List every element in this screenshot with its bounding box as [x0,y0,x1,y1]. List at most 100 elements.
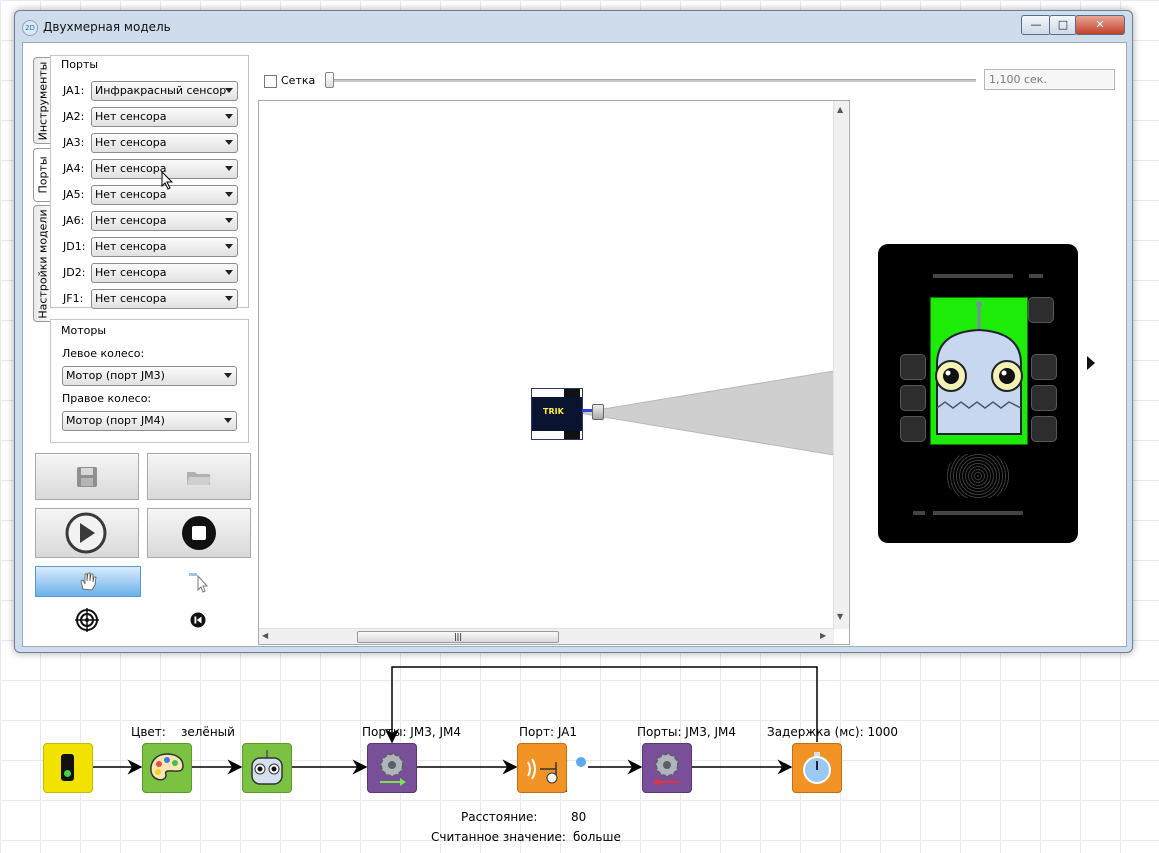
scroll-up-arrow-icon[interactable]: ▲ [837,105,843,114]
trik-button-right-1[interactable] [1031,354,1057,380]
trik-button-right-2[interactable] [1031,385,1057,411]
scroll-down-arrow-icon[interactable]: ▼ [837,612,843,621]
port-label: JA6: [63,214,85,227]
port-select-jd2[interactable]: Нет сенсора [91,263,238,283]
mouse-cursor-icon [161,171,174,190]
robot-wheel-top-tread [564,389,580,397]
folder-icon [187,472,211,485]
return-to-start-icon[interactable] [190,612,206,628]
port-select-value: Нет сенсора [95,162,167,175]
port-row-ja2: JA2: Нет сенсора [63,107,243,127]
grid-checkbox[interactable] [264,75,277,88]
port-select-value: Нет сенсора [95,214,167,227]
port-select-ja1[interactable]: Инфракрасный сенсор [91,81,238,101]
trik-led-small-bottom [913,511,925,515]
time-display: 1,100 сек. [984,69,1115,90]
stop-button[interactable] [147,508,251,558]
robot-label: TRIK [543,407,564,416]
trik-button-left-2[interactable] [900,385,926,411]
app-icon: 2D [22,20,38,36]
time-value: 1,100 сек. [989,73,1047,86]
chevron-down-icon [224,373,232,378]
port-select-value: Нет сенсора [95,240,167,253]
robot-face-icon [251,750,283,785]
tab-tools[interactable]: Инструменты [33,57,51,144]
port-select-ja3[interactable]: Нет сенсора [91,133,238,153]
left-wheel-label: Левое колесо: [62,347,145,360]
chevron-down-icon [225,88,233,93]
expand-right-arrow-icon[interactable] [1087,356,1095,370]
trik-led-small [1029,274,1043,278]
tab-ports[interactable]: Порты [33,148,51,202]
scroll-right-arrow-icon[interactable]: ▶ [820,631,826,640]
ir-sensor[interactable] [582,404,604,420]
motors-group-title: Моторы [61,324,107,337]
minimize-button[interactable]: — [1021,15,1051,35]
chevron-down-icon [225,218,233,223]
port-select-value: Нет сенсора [95,188,167,201]
play-icon [65,512,107,554]
wait-for-ir-sensor-block[interactable] [517,743,567,793]
port-label: JD1: [63,240,86,253]
horizontal-scroll-thumb[interactable]: ||| [357,631,559,643]
target-icon[interactable] [75,608,99,632]
set-color-block[interactable] [142,743,192,793]
trik-speaker-icon [946,454,1010,498]
port-select-ja2[interactable]: Нет сенсора [91,107,238,127]
left-wheel-select[interactable]: Мотор (порт JM3) [62,366,237,386]
traffic-light-icon [61,754,74,781]
port-label: JD2: [63,266,86,279]
port-select-jd1[interactable]: Нет сенсора [91,237,238,257]
port-select-jf1[interactable]: Нет сенсора [91,289,238,309]
port-select-value: Нет сенсора [95,136,167,149]
robot-model[interactable]: TRIK [531,388,583,440]
robot-wheel-bottom-tread [564,431,580,439]
tab-model-settings[interactable]: Настройки модели [33,205,51,322]
close-button[interactable]: ✕ [1075,15,1125,35]
scene-horizontal-scrollbar[interactable]: ◀ ||| ▶ [259,628,834,644]
trik-button-left-3[interactable] [900,416,926,442]
port-select-value: Нет сенсора [95,292,167,305]
trik-button-left-1[interactable] [900,354,926,380]
hand-mode-button[interactable] [35,566,141,597]
window-titlebar[interactable]: 2D Двухмерная модель — □ ✕ [15,11,1132,41]
speed-slider-handle[interactable] [325,72,334,88]
stop-icon [182,516,216,550]
port-row-jf1: JF1: Нет сенсора [63,289,243,309]
open-button[interactable] [147,453,251,500]
port-row-ja5: JA5: Нет сенсора [63,185,243,205]
port-select-ja6[interactable]: Нет сенсора [91,211,238,231]
timer-block[interactable] [792,743,842,793]
run-button[interactable] [35,508,139,558]
motors-backward-block[interactable] [642,743,692,793]
ports-group: Порты JA1: Инфракрасный сенсор JA2: Нет … [50,55,249,309]
tab-ports-label: Порты [36,156,49,194]
grid-checkbox-label[interactable]: Сетка [281,74,315,87]
scroll-left-arrow-icon[interactable]: ◀ [262,631,268,640]
scene-vertical-scrollbar[interactable]: ▲ ▼ [833,101,849,629]
right-wheel-value: Мотор (порт JM4) [66,414,165,427]
pointer-mode-icon[interactable] [187,570,211,594]
chevron-down-icon [225,244,233,249]
trik-button-right-3[interactable] [1031,416,1057,442]
motors-forward-block[interactable] [367,743,417,793]
left-wheel-value: Мотор (порт JM3) [66,369,165,382]
tab-tools-label: Инструменты [36,61,49,140]
simulation-scene[interactable]: TRIK ▲ ▼ ◀ ||| ▶ [258,100,850,645]
right-wheel-select[interactable]: Мотор (порт JM4) [62,411,237,431]
trik-led-bar-bottom [933,511,1023,515]
ir-distance-icon [527,758,558,784]
maximize-button[interactable]: □ [1049,15,1077,35]
save-button[interactable] [35,453,139,500]
chevron-down-icon [225,192,233,197]
smile-block[interactable] [242,743,292,793]
trik-button-up-right[interactable] [1028,297,1054,323]
chevron-down-icon [225,140,233,145]
floppy-icon [77,467,97,487]
chevron-down-icon [224,418,232,423]
speed-slider-track[interactable] [328,79,976,82]
stopwatch-icon [803,752,831,784]
read-value-param-value: больше [573,830,621,844]
port-row-ja4: JA4: Нет сенсора [63,159,243,179]
initial-node-block[interactable] [43,743,93,793]
